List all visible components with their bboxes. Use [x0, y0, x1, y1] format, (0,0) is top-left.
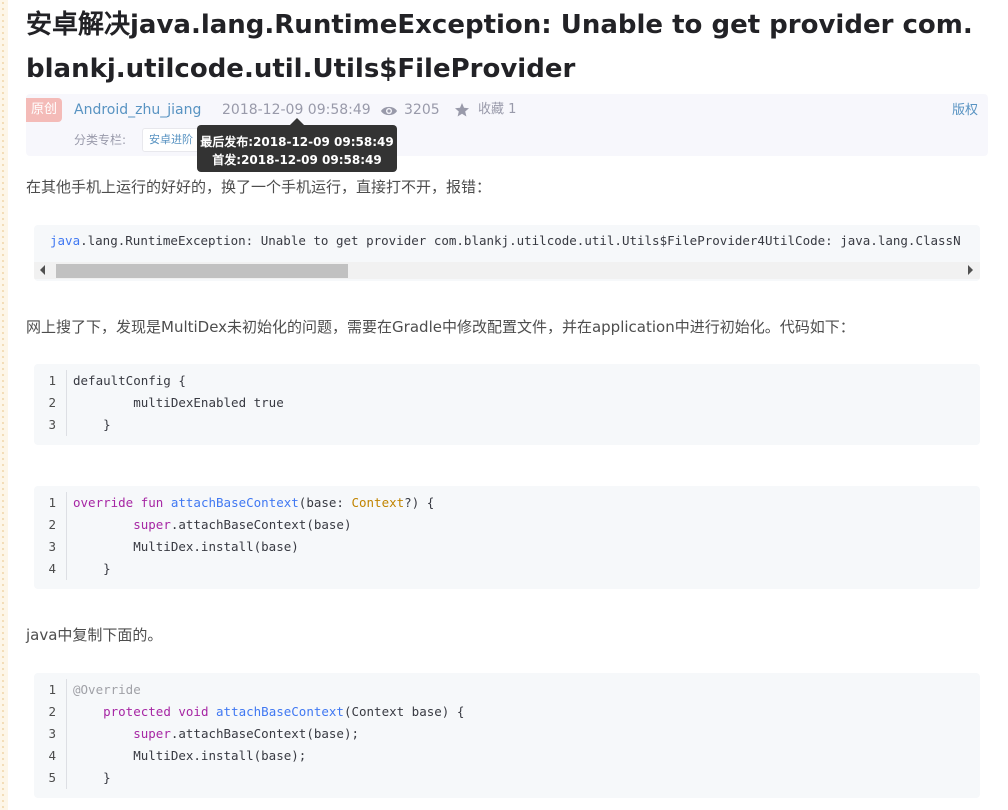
- code-line: multiDexEnabled true: [73, 395, 284, 410]
- code-annotation: @Override: [73, 682, 141, 697]
- error-code-prefix: java: [50, 233, 81, 248]
- code-function: attachBaseContext: [170, 495, 299, 510]
- star-icon[interactable]: [454, 102, 470, 118]
- code-keyword: fun: [140, 495, 164, 510]
- tooltip-first-published: 首发:2018-12-09 09:58:49: [212, 153, 382, 167]
- eye-icon: [380, 103, 398, 117]
- line-number: 3: [48, 726, 56, 741]
- line-number: 1: [48, 373, 56, 388]
- article: 安卓解决java.lang.RuntimeException: Unable t…: [26, 0, 1008, 810]
- code-type: Context: [351, 495, 405, 510]
- code-line: super.attachBaseContext(base): [73, 514, 434, 536]
- code-text: (Context base) {: [343, 704, 465, 719]
- code-line: defaultConfig {: [73, 373, 186, 388]
- publish-time-tooltip: 最后发布:2018-12-09 09:58:49 首发:2018-12-09 0…: [197, 118, 397, 172]
- line-number: 3: [48, 417, 56, 432]
- code-keyword: super: [133, 517, 171, 532]
- copyright-link[interactable]: 版权: [952, 101, 978, 121]
- view-count: 3205: [404, 102, 440, 118]
- code-line: }: [73, 561, 111, 576]
- code-source: defaultConfig { multiDexEnabled true }: [73, 370, 284, 436]
- line-number-gutter: 1 2 3 4 5: [34, 679, 67, 789]
- line-number-gutter: 1 2 3 4: [34, 492, 67, 580]
- code-function: attachBaseContext: [216, 704, 344, 719]
- code-keyword: protected: [103, 704, 171, 719]
- code-source: override fun attachBaseContext(base: Con…: [73, 492, 434, 580]
- line-number: 2: [48, 704, 56, 719]
- code-line: super.attachBaseContext(base);: [73, 723, 464, 745]
- code-line: MultiDex.install(base): [73, 539, 299, 554]
- paragraph-multidex-intro: 网上搜了下，发现是MultiDex未初始化的问题，需要在Gradle中修改配置文…: [26, 318, 855, 336]
- code-line: }: [73, 770, 111, 785]
- category-tag[interactable]: 安卓进阶: [142, 128, 200, 152]
- code-source: @Override protected void attachBaseConte…: [73, 679, 464, 789]
- code-text: ?) {: [404, 495, 435, 510]
- code-line: }: [73, 417, 111, 432]
- line-number: 5: [48, 770, 56, 785]
- code-block-kotlin: 1 2 3 4 override fun attachBaseContext(b…: [34, 486, 980, 589]
- horizontal-scrollbar[interactable]: [34, 262, 980, 279]
- original-badge: 原创: [26, 98, 62, 122]
- paragraph-java-intro: java中复制下面的。: [26, 626, 163, 644]
- code-block-gradle: 1 2 3 defaultConfig { multiDexEnabled tr…: [34, 364, 980, 445]
- publish-time[interactable]: 2018-12-09 09:58:49: [222, 100, 371, 120]
- article-title: 安卓解决java.lang.RuntimeException: Unable t…: [26, 10, 973, 84]
- line-number: 1: [48, 682, 56, 697]
- line-number: 4: [48, 748, 56, 763]
- code-keyword: override: [73, 495, 134, 510]
- tooltip-arrow: [290, 118, 304, 125]
- line-number: 4: [48, 561, 56, 576]
- code-text: .attachBaseContext(base): [170, 517, 352, 532]
- code-text: .attachBaseContext(base);: [170, 726, 360, 741]
- paragraph-error-intro: 在其他手机上运行的好好的，换了一个手机运行，直接打不开，报错：: [26, 178, 492, 196]
- line-number: 2: [48, 517, 56, 532]
- code-keyword: super: [133, 726, 171, 741]
- error-code-block: java.lang.RuntimeException: Unable to ge…: [34, 225, 980, 281]
- tooltip-last-published: 最后发布:2018-12-09 09:58:49: [200, 135, 394, 149]
- author-link[interactable]: Android_zhu_jiang: [74, 100, 201, 120]
- error-code-text: .lang.RuntimeException: Unable to get pr…: [80, 233, 961, 248]
- scrollbar-thumb[interactable]: [56, 264, 348, 278]
- code-text: (base:: [298, 495, 352, 510]
- line-number: 2: [48, 395, 56, 410]
- error-code-line: java.lang.RuntimeException: Unable to ge…: [50, 232, 961, 250]
- code-line: MultiDex.install(base);: [73, 748, 307, 763]
- code-keyword: void: [178, 704, 209, 719]
- line-number: 1: [48, 495, 56, 510]
- line-number-gutter: 1 2 3: [34, 370, 67, 436]
- code-line: override fun attachBaseContext(base: Con…: [73, 492, 434, 514]
- code-line: protected void attachBaseContext(Context…: [73, 701, 464, 723]
- code-block-java: 1 2 3 4 5 @Override protected void attac…: [34, 673, 980, 798]
- category-label: 分类专栏:: [74, 133, 127, 147]
- scroll-left-arrow-icon[interactable]: [40, 265, 45, 275]
- left-decorative-rail: [0, 0, 8, 810]
- article-meta-bar: 原创 Android_zhu_jiang 2018-12-09 09:58:49…: [26, 94, 988, 156]
- favorite-button[interactable]: 收藏 1: [478, 100, 516, 120]
- line-number: 3: [48, 539, 56, 554]
- code-line: @Override: [73, 679, 464, 701]
- scroll-right-arrow-icon[interactable]: [968, 265, 973, 275]
